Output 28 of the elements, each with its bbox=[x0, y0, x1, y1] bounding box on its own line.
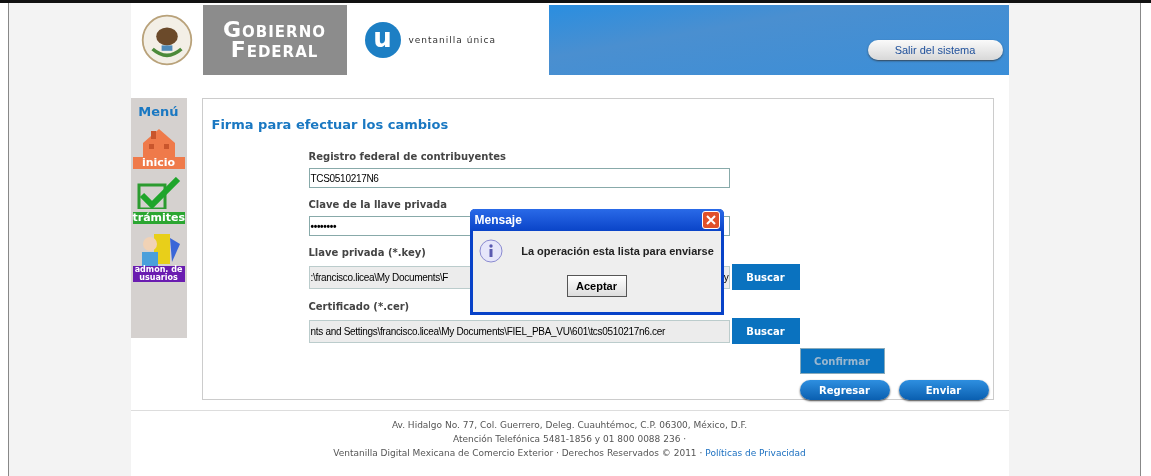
input-field[interactable]: nts and Settings\francisco.licea\My Documents\FIEL_PBA_VU\601\tcs0510217n6.cer bbox=[308, 319, 730, 343]
field-label: Registro federal de contribuyentes bbox=[308, 151, 506, 164]
privacy-link[interactable]: Políticas de Privacidad bbox=[705, 446, 806, 460]
logout-button[interactable]: Salir del sistema bbox=[867, 40, 1003, 60]
menu-item[interactable]: admon. de usuarios bbox=[132, 232, 185, 282]
form-button[interactable]: Regresar bbox=[799, 380, 890, 400]
form-title: Firma para efectuar los cambios bbox=[211, 117, 450, 133]
input-field[interactable]: TCS0510217N6 bbox=[308, 168, 730, 188]
footer-text: Ventanilla Digital Mexicana de Comercio Exterior · Derechos Reservados © 2011 · bbox=[333, 447, 703, 460]
info-icon bbox=[479, 239, 504, 263]
menu-item[interactable]: inicio bbox=[132, 127, 185, 169]
accept-button[interactable]: Aceptar bbox=[566, 275, 627, 297]
field-label: Clave de la llave privada bbox=[308, 199, 447, 212]
dialog-message: La operación esta lista para enviarse bbox=[521, 245, 714, 257]
government-logo: Gobierno Federal bbox=[202, 5, 347, 75]
browse-button[interactable]: Buscar bbox=[731, 318, 800, 344]
logo-icon: u bbox=[364, 22, 401, 58]
logo-text: ventanilla única bbox=[408, 35, 497, 45]
menu-title: Menú bbox=[138, 104, 179, 119]
footer-text: Av. Hidalgo No. 77, Col. Guerrero, Deleg. Cuauhtémoc, C.P. 06300, México, D.F. bbox=[391, 419, 748, 432]
footer-text: Atención Telefónica 5481-1856 y 01 800 0088 236 · bbox=[452, 433, 687, 446]
dialog-title: Mensaje bbox=[474, 213, 522, 227]
field-label: Llave privada (*.key) bbox=[308, 247, 426, 260]
field-label: Certificado (*.cer) bbox=[308, 301, 410, 314]
form-button[interactable]: Enviar bbox=[898, 380, 989, 400]
browse-button[interactable]: Buscar bbox=[731, 264, 800, 290]
national-seal-icon bbox=[139, 13, 194, 67]
close-icon[interactable] bbox=[701, 211, 720, 229]
